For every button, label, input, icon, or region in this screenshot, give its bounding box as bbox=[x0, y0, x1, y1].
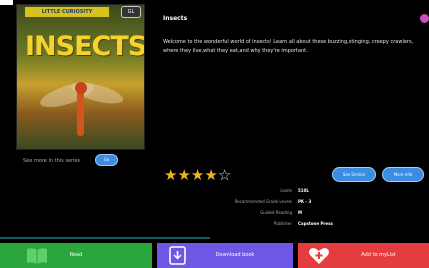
detail-label: Guided Reading bbox=[260, 210, 292, 215]
rating-stars: ★★★★☆ bbox=[164, 166, 231, 184]
add-to-mylist-button[interactable]: Add to myList bbox=[298, 243, 429, 268]
add-to-mylist-label: Add to myList bbox=[361, 252, 396, 258]
dragonfly-illustration bbox=[40, 82, 124, 136]
star-empty-icon: ☆ bbox=[217, 166, 232, 184]
cover-title: INSECTS bbox=[25, 31, 145, 62]
detail-value: M bbox=[298, 210, 302, 215]
book-description: Welcome to the wonderful world of insect… bbox=[163, 39, 414, 54]
series-go-button[interactable]: Go bbox=[95, 154, 118, 166]
detail-label: Lexile bbox=[280, 188, 292, 193]
detail-value: PK - 3 bbox=[298, 199, 312, 204]
detail-value: 510L bbox=[298, 188, 309, 193]
cover-gl-badge: GL bbox=[121, 6, 141, 18]
more-info-button[interactable]: More Info bbox=[382, 167, 424, 182]
detail-row: Publisher Capstone Press bbox=[200, 221, 400, 226]
book-title: Insects bbox=[163, 15, 188, 22]
read-button[interactable]: Read bbox=[0, 243, 152, 268]
download-label: Download book bbox=[215, 252, 255, 258]
star-filled-icon: ★ bbox=[190, 166, 205, 184]
heart-plus-icon bbox=[309, 248, 329, 264]
cover-series-banner: LITTLE CURIOSITY bbox=[25, 7, 109, 17]
detail-row: Recommended Grade Levels PK - 3 bbox=[200, 199, 400, 204]
star-filled-icon: ★ bbox=[204, 166, 218, 184]
see-similar-button[interactable]: See Similar bbox=[332, 167, 376, 182]
download-button[interactable]: Download book bbox=[157, 243, 293, 268]
detail-value: Capstone Press bbox=[298, 221, 333, 226]
detail-row: Lexile 510L bbox=[200, 188, 400, 193]
book-cover: LITTLE CURIOSITY GL INSECTS bbox=[16, 4, 145, 150]
star-filled-icon: ★ bbox=[177, 166, 191, 184]
top-left-strip bbox=[0, 0, 13, 5]
cover-series-sub bbox=[25, 17, 125, 22]
pointer-line bbox=[0, 237, 210, 239]
detail-label: Recommended Grade Levels bbox=[234, 199, 292, 204]
detail-label: Publisher bbox=[273, 221, 292, 226]
star-filled-icon: ★ bbox=[164, 166, 178, 184]
close-icon[interactable] bbox=[420, 14, 429, 23]
read-label: Read bbox=[69, 252, 83, 258]
series-link-label: See more in this series bbox=[23, 158, 81, 164]
detail-row: Guided Reading M bbox=[200, 210, 400, 215]
